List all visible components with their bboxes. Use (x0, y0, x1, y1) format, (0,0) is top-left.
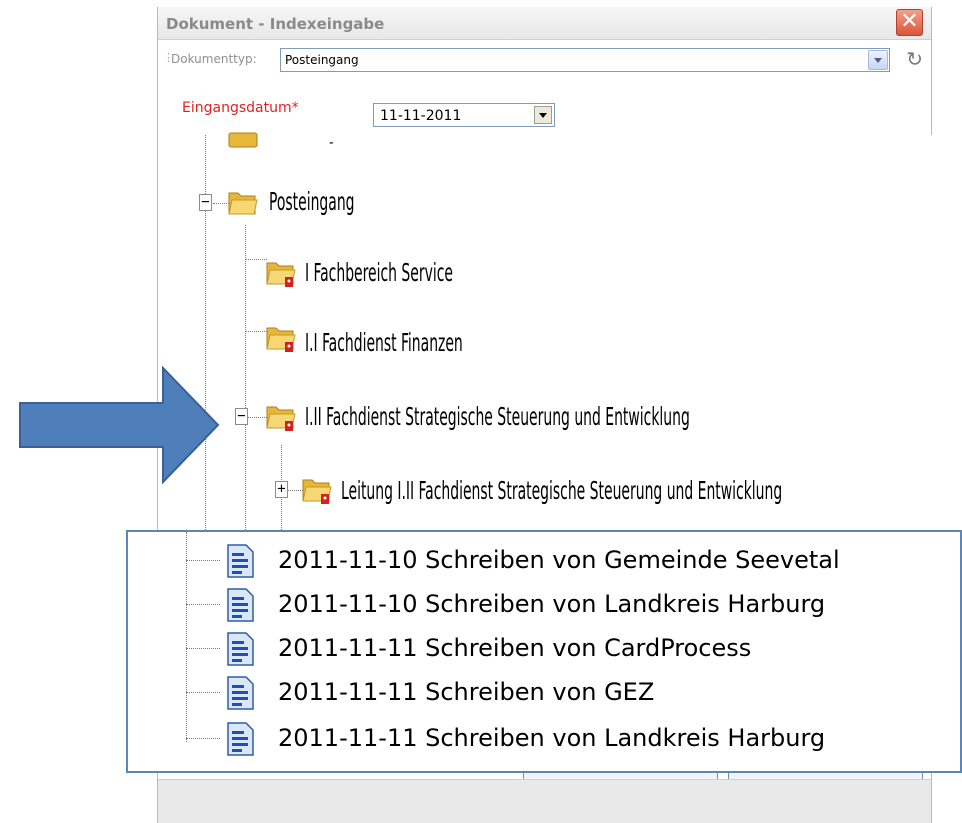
doctype-select[interactable]: Posteingang (280, 48, 890, 72)
list-item[interactable]: 2011-11-10 Schreiben von Gemeinde Seevet… (128, 540, 960, 580)
tree-line (186, 560, 220, 561)
pointer-arrow-icon (19, 365, 220, 485)
list-item[interactable]: 2011-11-11 Schreiben von Landkreis Harbu… (128, 718, 960, 758)
document-label: 2011-11-11 Schreiben von GEZ (278, 678, 655, 706)
tree-line (245, 417, 267, 418)
tree-line (245, 225, 246, 530)
document-label: 2011-11-11 Schreiben von CardProcess (278, 634, 752, 662)
doctype-toolbar: ⋮ Dokumenttyp: Posteingang ↻ (158, 41, 931, 79)
status-bar (158, 779, 931, 823)
document-icon (227, 676, 254, 710)
folder-locked-icon (266, 327, 296, 352)
tree-line (186, 692, 220, 693)
folder-icon (228, 132, 258, 148)
date-dropdown-icon[interactable] (534, 106, 552, 124)
document-label: 2011-11-10 Schreiben von Landkreis Harbu… (278, 590, 826, 618)
receipt-date-field[interactable]: 11-11-2011 (373, 103, 555, 127)
tree-item-fachdienst-finanzen[interactable]: I.I Fachdienst Finanzen (305, 328, 463, 357)
folder-locked-icon (266, 406, 296, 431)
document-label: 2011-11-11 Schreiben von Landkreis Harbu… (278, 724, 826, 752)
document-label: 2011-11-10 Schreiben von Gemeinde Seevet… (278, 546, 840, 574)
list-item[interactable]: 2011-11-10 Schreiben von Landkreis Harbu… (128, 584, 960, 624)
tree-fragment: - (329, 135, 334, 151)
title-bar: Dokument - Indexeingabe ✕ (158, 7, 931, 40)
tree-line (245, 259, 267, 260)
folder-locked-icon (266, 262, 296, 287)
doctype-label: Dokumenttyp: (171, 52, 257, 66)
collapse-icon[interactable]: − (199, 194, 212, 211)
list-item[interactable]: 2011-11-11 Schreiben von CardProcess (128, 628, 960, 668)
tree-line (245, 331, 267, 332)
collapse-icon[interactable]: − (235, 408, 248, 425)
chevron-down-icon[interactable] (868, 50, 888, 70)
receipt-date-label: Eingangsdatum* (182, 100, 299, 116)
tree-line (186, 648, 220, 649)
folder-tree-zoom: - − Posteingang I Fachbereich Service I.… (185, 132, 962, 530)
document-icon (227, 632, 254, 666)
refresh-icon[interactable]: ↻ (906, 48, 923, 70)
tree-item-leitung[interactable]: Leitung I.II Fachdienst Strategische Ste… (341, 476, 782, 505)
tree-item-strategische-steuerung[interactable]: I.II Fachdienst Strategische Steuerung u… (305, 402, 690, 431)
tree-item-fachbereich-service[interactable]: I Fachbereich Service (305, 258, 453, 287)
dialog-title: Dokument - Indexeingabe (166, 15, 385, 33)
doctype-value: Posteingang (285, 53, 359, 67)
receipt-date-value: 11-11-2011 (380, 108, 462, 124)
tree-line (186, 604, 220, 605)
close-button[interactable]: ✕ (896, 9, 923, 36)
list-item[interactable]: 2011-11-11 Schreiben von GEZ (128, 672, 960, 712)
tree-item-posteingang[interactable]: Posteingang (269, 187, 355, 216)
document-icon (227, 544, 254, 578)
expand-icon[interactable]: + (275, 481, 288, 498)
document-icon (227, 588, 254, 622)
folder-locked-icon (302, 479, 332, 504)
folder-open-icon (228, 192, 258, 215)
tree-line (186, 738, 220, 739)
document-list-zoom: 2011-11-10 Schreiben von Gemeinde Seevet… (126, 530, 962, 773)
close-icon: ✕ (900, 9, 919, 34)
document-icon (227, 722, 254, 756)
